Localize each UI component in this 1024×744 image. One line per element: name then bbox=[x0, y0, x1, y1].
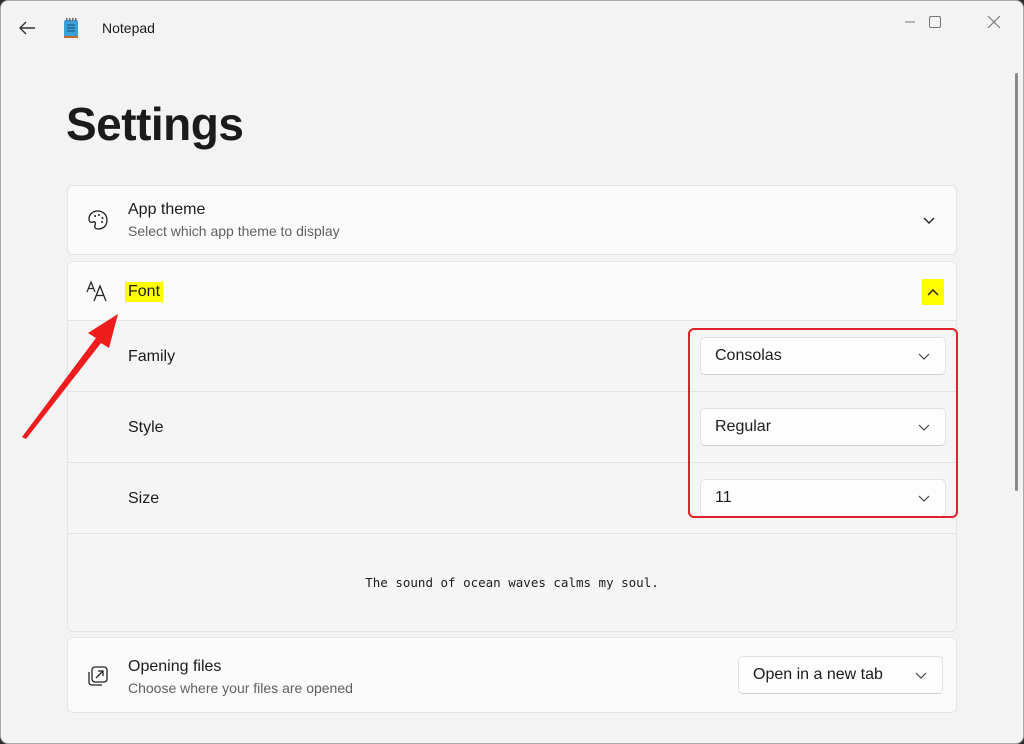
back-button[interactable] bbox=[11, 13, 43, 43]
font-options: Family Consolas Style Regular Size 11 Th… bbox=[68, 321, 956, 631]
font-family-label: Family bbox=[128, 348, 176, 365]
opening-files-subtitle: Choose where your files are opened bbox=[128, 680, 353, 696]
close-button[interactable] bbox=[971, 7, 1017, 37]
maximize-button[interactable] bbox=[912, 7, 958, 37]
chevron-down-icon bbox=[918, 424, 930, 431]
app-theme-expand-button[interactable] bbox=[918, 208, 940, 234]
open-external-icon bbox=[86, 664, 110, 688]
palette-icon bbox=[86, 208, 110, 232]
app-theme-card[interactable]: App theme Select which app theme to disp… bbox=[67, 185, 957, 255]
font-header[interactable]: Font bbox=[68, 262, 956, 321]
opening-files-card: Opening files Choose where your files ar… bbox=[67, 637, 957, 713]
opening-files-title: Opening files bbox=[128, 658, 222, 675]
app-theme-subtitle: Select which app theme to display bbox=[128, 223, 340, 239]
font-size-dropdown[interactable]: 11 bbox=[700, 479, 946, 517]
app-theme-title: App theme bbox=[128, 201, 206, 218]
font-family-row: Family Consolas bbox=[68, 321, 956, 392]
back-arrow-icon bbox=[19, 21, 35, 35]
font-style-value: Regular bbox=[715, 418, 772, 435]
chevron-down-icon bbox=[915, 672, 927, 679]
maximize-icon bbox=[929, 16, 941, 28]
vertical-scrollbar[interactable] bbox=[1015, 73, 1018, 491]
font-collapse-button[interactable] bbox=[922, 279, 944, 305]
font-style-label: Style bbox=[128, 419, 164, 436]
font-preview: The sound of ocean waves calms my soul. bbox=[68, 534, 956, 631]
app-title: Notepad bbox=[102, 20, 155, 36]
opening-files-value: Open in a new tab bbox=[753, 666, 883, 683]
font-size-row: Size 11 bbox=[68, 463, 956, 534]
close-icon bbox=[987, 15, 1001, 29]
font-size-value: 11 bbox=[715, 489, 732, 506]
notepad-window: Notepad Settings App theme Select which … bbox=[0, 0, 1024, 744]
opening-files-dropdown[interactable]: Open in a new tab bbox=[738, 656, 943, 694]
chevron-down-icon bbox=[923, 217, 935, 224]
notepad-app-icon bbox=[64, 18, 78, 38]
font-preview-text: The sound of ocean waves calms my soul. bbox=[365, 575, 659, 590]
font-style-row: Style Regular bbox=[68, 392, 956, 463]
font-style-dropdown[interactable]: Regular bbox=[700, 408, 946, 446]
font-size-icon bbox=[86, 279, 110, 303]
chevron-down-icon bbox=[918, 353, 930, 360]
font-title: Font bbox=[125, 282, 164, 302]
chevron-down-icon bbox=[918, 495, 930, 502]
page-title: Settings bbox=[66, 98, 244, 150]
font-size-label: Size bbox=[128, 490, 160, 507]
chevron-up-icon bbox=[927, 289, 939, 296]
font-family-value: Consolas bbox=[715, 347, 782, 364]
font-family-dropdown[interactable]: Consolas bbox=[700, 337, 946, 375]
title-bar: Notepad bbox=[1, 1, 1023, 53]
font-card: Font Family Consolas Style Regular Size … bbox=[67, 261, 957, 632]
